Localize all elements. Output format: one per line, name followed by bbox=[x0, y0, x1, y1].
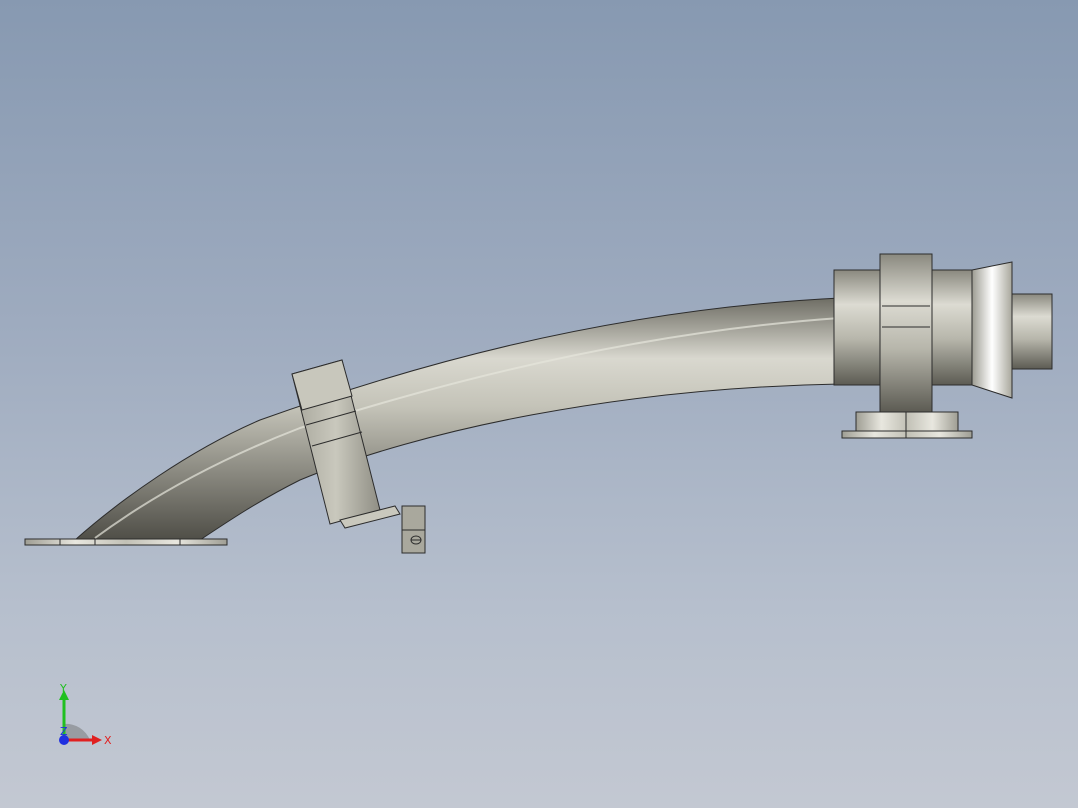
coordinate-triad: Y X Z bbox=[59, 682, 112, 747]
base-flange-left[interactable] bbox=[24, 538, 228, 546]
base-flange-right[interactable] bbox=[841, 411, 973, 439]
z-axis-label: Z bbox=[60, 725, 68, 738]
end-fitting-right[interactable] bbox=[833, 253, 1053, 413]
main-tube[interactable] bbox=[73, 297, 841, 541]
x-axis-label: X bbox=[104, 734, 112, 747]
y-axis-label: Y bbox=[59, 682, 67, 695]
graphics-viewport[interactable]: Y X Z bbox=[0, 0, 1078, 808]
pipe-assembly-model[interactable] bbox=[0, 0, 1078, 808]
